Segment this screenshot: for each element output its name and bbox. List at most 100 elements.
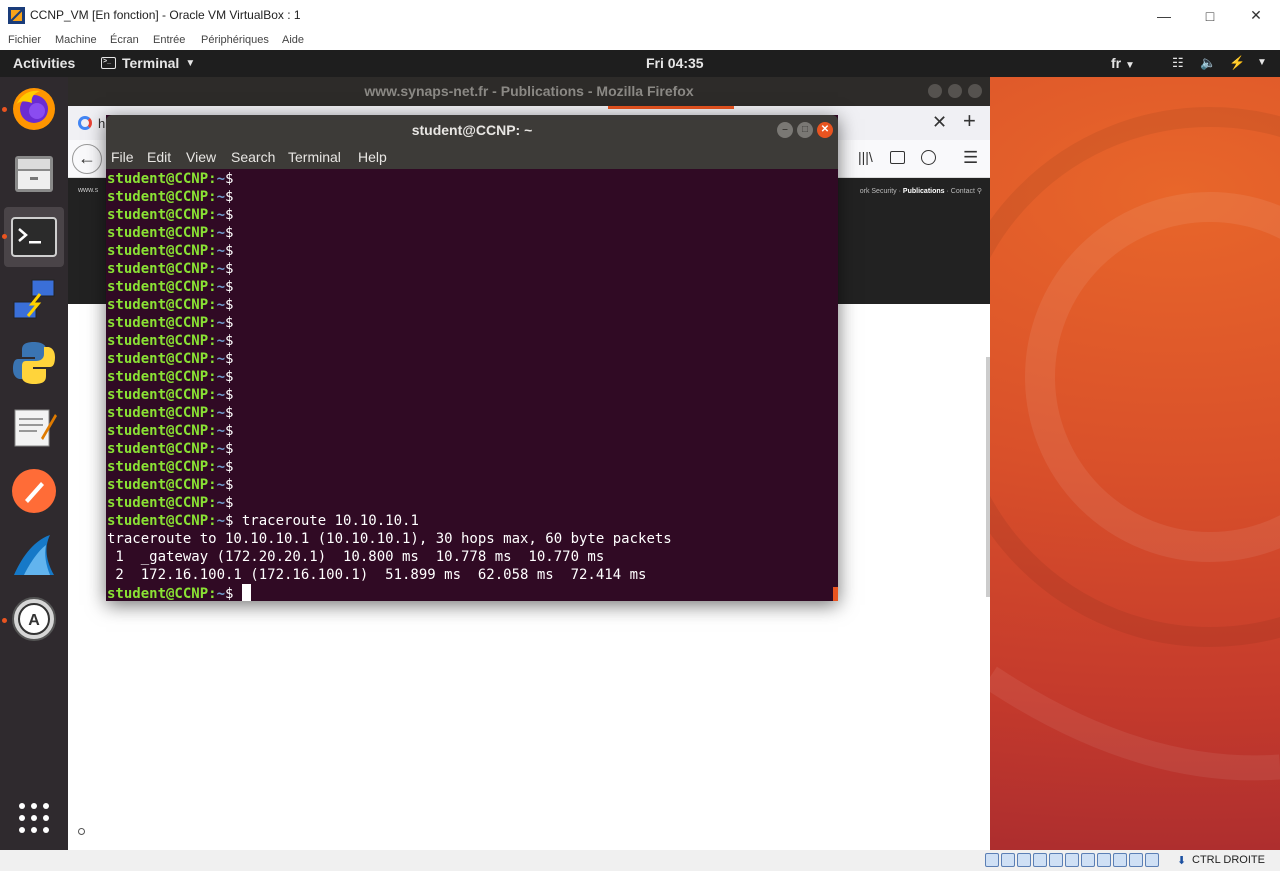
prompt-user: student@CCNP:: [107, 459, 217, 475]
dock-item-terminal[interactable]: [4, 207, 64, 267]
prompt-user: student@CCNP:: [107, 207, 217, 223]
prompt-path: ~: [216, 279, 226, 295]
firefox-titlebar: www.synaps-net.fr - Publications - Mozil…: [68, 77, 990, 106]
optical-drive-icon[interactable]: [1001, 853, 1015, 867]
terminal-scrollbar[interactable]: [833, 587, 838, 601]
dock-item-python[interactable]: [4, 333, 64, 393]
prompt-path: ~: [216, 459, 226, 475]
minimize-button[interactable]: –: [777, 122, 793, 138]
app-menu[interactable]: >_ Terminal ▼: [101, 55, 195, 71]
terminal-prompt-line: student@CCNP:~$: [107, 494, 838, 512]
menu-ecran[interactable]: Écran: [110, 34, 139, 46]
shared-folder-icon[interactable]: [1065, 853, 1079, 867]
usb-icon[interactable]: [1049, 853, 1063, 867]
menu-view[interactable]: View: [186, 149, 216, 165]
terminal-prompt-line: student@CCNP:~$: [107, 260, 838, 278]
prompt-text: $: [225, 459, 234, 475]
menu-fichier[interactable]: Fichier: [8, 34, 41, 46]
volume-icon[interactable]: 🔈: [1200, 55, 1216, 71]
menu-entree[interactable]: Entrée: [153, 34, 185, 46]
vbox-menubar: Fichier Machine Écran Entrée Périphériqu…: [0, 31, 1280, 50]
menu-aide[interactable]: Aide: [282, 34, 304, 46]
menu-edit[interactable]: Edit: [147, 149, 171, 165]
terminal-prompt-line: student@CCNP:~$: [107, 206, 838, 224]
mouse-pointer-icon: [78, 828, 85, 835]
prompt-text: $: [225, 171, 234, 187]
chevron-down-icon[interactable]: ▼: [1257, 57, 1267, 68]
display-icon[interactable]: [1081, 853, 1095, 867]
maximize-button[interactable]: [948, 84, 962, 98]
close-button[interactable]: ✕: [1233, 0, 1279, 31]
prompt-path: ~: [216, 369, 226, 385]
close-button[interactable]: ✕: [817, 122, 833, 138]
dock-item-network-tool[interactable]: [4, 270, 64, 330]
recording-icon[interactable]: [1097, 853, 1111, 867]
prompt-user: student@CCNP:: [107, 171, 217, 187]
activities-button[interactable]: Activities: [13, 55, 75, 71]
dock-item-wireshark[interactable]: [4, 525, 64, 585]
prompt-text: $: [225, 261, 234, 277]
library-icon[interactable]: |||\: [858, 149, 873, 165]
host-key-arrow-icon: ⬇: [1177, 855, 1187, 867]
terminal-prompt-line: student@CCNP:~$: [107, 440, 838, 458]
dock-item-postman[interactable]: [4, 461, 64, 521]
prompt-user: student@CCNP:: [107, 261, 217, 277]
language-label: fr: [1111, 55, 1122, 71]
prompt-text: $: [225, 279, 234, 295]
mouse-integration-icon[interactable]: [1129, 853, 1143, 867]
running-indicator: [2, 234, 7, 239]
account-icon[interactable]: [921, 150, 936, 165]
page-scrollbar[interactable]: [986, 357, 990, 597]
network-icon[interactable]: ☷: [1172, 55, 1184, 71]
prompt-path: ~: [216, 225, 226, 241]
nav-link-contact[interactable]: Contact: [951, 188, 975, 195]
chevron-down-icon: ▼: [185, 57, 196, 69]
files-icon: [15, 156, 53, 192]
keyboard-icon[interactable]: [1145, 853, 1159, 867]
prompt-path: ~: [216, 351, 226, 367]
menu-help[interactable]: Help: [358, 149, 387, 165]
maximize-button[interactable]: □: [1187, 0, 1233, 31]
terminal-output[interactable]: student@CCNP:~$ student@CCNP:~$ student@CC…: [106, 169, 838, 601]
firefox-tab[interactable]: h: [72, 108, 110, 138]
network-adapter-icon[interactable]: [1033, 853, 1047, 867]
hard-disk-icon[interactable]: [985, 853, 999, 867]
menu-machine[interactable]: Machine: [55, 34, 97, 46]
battery-icon[interactable]: ⚡: [1229, 55, 1245, 71]
prompt-path: ~: [216, 423, 226, 439]
nav-link-publications[interactable]: Publications: [903, 188, 945, 195]
clock[interactable]: Fri 04:35: [646, 55, 704, 71]
site-logo-text[interactable]: www.s: [78, 187, 98, 194]
back-button[interactable]: ←: [72, 144, 102, 174]
minimize-button[interactable]: [928, 84, 942, 98]
sidebar-icon[interactable]: [890, 151, 905, 164]
prompt-text: $: [225, 495, 234, 511]
close-button[interactable]: [968, 84, 982, 98]
dock-item-text-editor[interactable]: [4, 397, 64, 457]
new-tab-icon[interactable]: +: [963, 108, 976, 134]
hamburger-menu-icon[interactable]: ☰: [963, 148, 978, 168]
dock-item-software-updater[interactable]: A: [4, 589, 64, 649]
nav-link-security[interactable]: ork Security: [860, 188, 897, 195]
terminal-titlebar[interactable]: student@CCNP: ~ – □ ✕: [106, 115, 838, 145]
terminal-window[interactable]: student@CCNP: ~ – □ ✕ File Edit View Sea…: [106, 115, 838, 601]
maximize-button[interactable]: □: [797, 122, 813, 138]
minimize-button[interactable]: —: [1141, 0, 1187, 31]
close-tab-icon[interactable]: ✕: [932, 112, 947, 133]
language-indicator[interactable]: fr ▼: [1111, 55, 1135, 71]
menu-terminal[interactable]: Terminal: [288, 149, 341, 165]
terminal-prompt-line: student@CCNP:~$: [107, 584, 838, 601]
dock-item-firefox[interactable]: [4, 79, 64, 139]
menu-peripheriques[interactable]: Périphériques: [201, 34, 269, 46]
audio-icon[interactable]: [1017, 853, 1031, 867]
dock-item-files[interactable]: [4, 144, 64, 204]
show-applications-icon[interactable]: [18, 802, 50, 834]
firefox-title: www.synaps-net.fr - Publications - Mozil…: [364, 83, 694, 99]
menu-file[interactable]: File: [111, 149, 134, 165]
menu-search[interactable]: Search: [231, 149, 275, 165]
cpu-icon[interactable]: [1113, 853, 1127, 867]
terminal-prompt-line: student@CCNP:~$: [107, 368, 838, 386]
terminal-small-icon: >_: [101, 57, 116, 69]
prompt-text: $: [225, 243, 234, 259]
search-icon[interactable]: ⚲: [977, 188, 982, 195]
